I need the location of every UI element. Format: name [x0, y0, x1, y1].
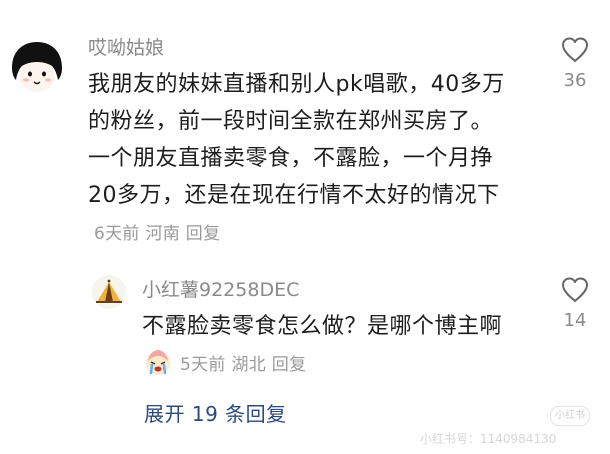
reply-user-avatar[interactable]	[92, 275, 126, 309]
user-avatar[interactable]	[6, 38, 68, 100]
reply-time: 5天前	[180, 355, 226, 375]
like-button[interactable]: 36	[550, 36, 600, 92]
comment-body: 我朋友的妹妹直播和别人pk唱歌，40多万的粉丝，前一段时间全款在郑州买房了。一个…	[88, 72, 505, 208]
expand-replies-button[interactable]: 展开 19 条回复	[144, 398, 287, 427]
comment-username[interactable]: 哎呦姑娘	[88, 36, 164, 60]
comment-meta: 6天前 河南 回复	[94, 224, 220, 244]
reply-location: 湖北	[231, 355, 267, 375]
comment-location: 河南	[145, 224, 181, 244]
reply-meta: 5天前 湖北 回复	[180, 355, 306, 375]
reply-text: 不露脸卖零食怎么做？是哪个博主啊 5天前 湖北 回复	[142, 308, 506, 384]
reply-reply-button[interactable]: 回复	[272, 355, 307, 375]
reply-body: 不露脸卖零食怎么做？是哪个博主啊	[142, 314, 503, 339]
reply-username[interactable]: 小红薯92258DEC	[142, 278, 299, 302]
camping-tent-avatar-icon	[92, 275, 126, 309]
watermark-logo: 小红书	[550, 406, 590, 426]
cartoon-girl-avatar-icon	[6, 38, 68, 100]
heart-outline-icon	[562, 37, 588, 62]
crying-face-emoji-icon	[144, 348, 172, 376]
like-count: 36	[563, 70, 587, 91]
heart-outline-icon	[562, 277, 588, 302]
reply-like-count: 14	[563, 310, 587, 331]
comment-time: 6天前	[94, 224, 140, 244]
reply-like-button[interactable]: 14	[550, 276, 600, 332]
watermark-text: 小红书号：1140984130	[420, 432, 557, 446]
reply-button[interactable]: 回复	[186, 224, 221, 244]
comment-text: 我朋友的妹妹直播和别人pk唱歌，40多万的粉丝，前一段时间全款在郑州买房了。一个…	[88, 66, 506, 253]
